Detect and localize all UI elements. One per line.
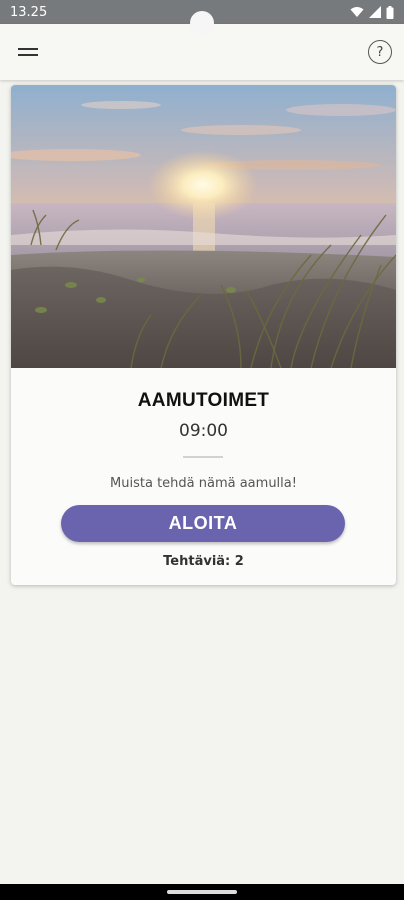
routine-time: 09:00 [179, 421, 228, 441]
status-time: 13.25 [10, 4, 48, 20]
navigation-bar [0, 884, 404, 900]
divider [183, 456, 223, 458]
battery-icon [386, 5, 394, 19]
routine-description: Muista tehdä nämä aamulla! [110, 476, 297, 491]
start-button[interactable]: ALOITA [61, 505, 345, 542]
start-button-label: ALOITA [168, 513, 238, 533]
task-count: Tehtäviä: 2 [163, 554, 244, 569]
help-icon: ? [376, 44, 384, 60]
beach-sunrise-image [11, 85, 396, 368]
routine-title: AAMUTOIMET [137, 390, 270, 411]
status-icons [350, 5, 394, 19]
help-button[interactable]: ? [368, 40, 392, 64]
routine-card[interactable]: AAMUTOIMET 09:00 Muista tehdä nämä aamul… [11, 85, 396, 585]
wifi-icon [350, 7, 364, 17]
hamburger-menu-icon[interactable] [14, 40, 42, 64]
home-gesture-handle[interactable] [167, 890, 237, 894]
front-camera-cutout [190, 11, 214, 35]
signal-icon [369, 6, 381, 18]
